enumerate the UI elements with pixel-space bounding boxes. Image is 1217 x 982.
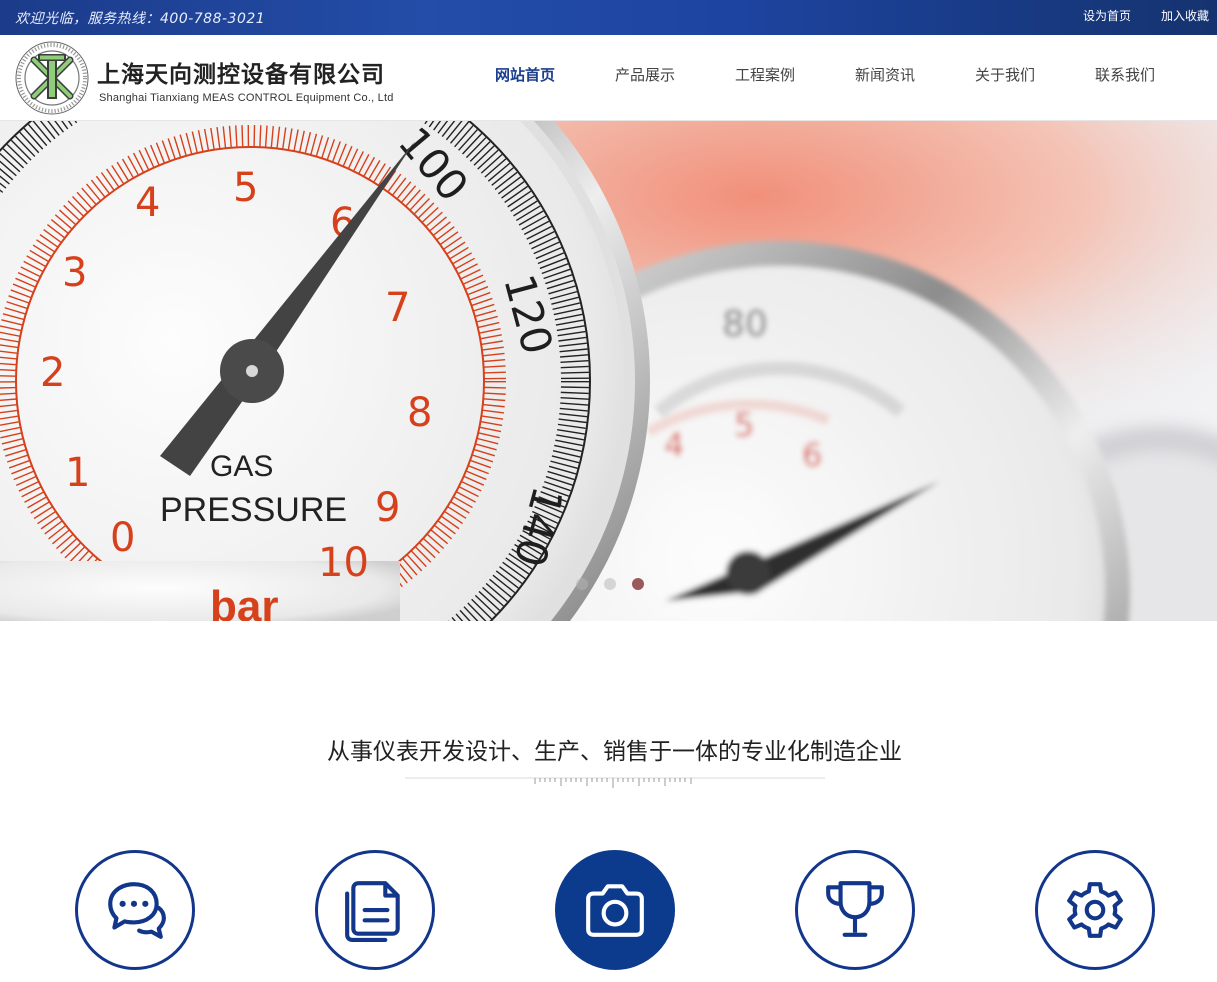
svg-text:1: 1: [65, 450, 90, 496]
top-links: 设为首页 加入收藏: [1083, 7, 1209, 24]
company-name-en: Shanghai Tianxiang MEAS CONTROL Equipmen…: [99, 92, 394, 104]
company-name-cn[interactable]: 上海天向测控设备有限公司: [97, 55, 385, 89]
svg-text:2: 2: [40, 350, 65, 396]
svg-text:6: 6: [802, 436, 822, 474]
feature-services[interactable]: [1035, 850, 1155, 970]
svg-text:4: 4: [135, 180, 160, 226]
gauge-pressure-label: PRESSURE: [160, 491, 347, 529]
add-favorite-link[interactable]: 加入收藏: [1161, 7, 1209, 24]
section-slogan: 从事仪表开发设计、生产、销售于一体的专业化制造企业: [327, 739, 902, 765]
svg-text:7: 7: [385, 285, 410, 331]
gear-icon: [1067, 882, 1123, 938]
svg-text:5: 5: [233, 165, 258, 211]
site-header: 上海天向测控设备有限公司 Shanghai Tianxiang MEAS CON…: [0, 35, 1217, 121]
feature-icons: [0, 850, 1217, 972]
svg-text:9: 9: [375, 485, 400, 531]
svg-text:5: 5: [734, 406, 754, 444]
svg-text:10: 10: [318, 540, 369, 586]
carousel-dot-2[interactable]: [604, 578, 616, 590]
hero-banner[interactable]: 80 4 5 6 0 1 2 3 4 5 6 7 8 9 10 100 120 …: [0, 121, 1217, 621]
main-nav: 网站首页 产品展示 工程案例 新闻资讯 关于我们 联系我们: [465, 64, 1185, 85]
nav-home[interactable]: 网站首页: [465, 64, 585, 85]
set-home-link[interactable]: 设为首页: [1083, 7, 1131, 24]
svg-text:0: 0: [110, 515, 135, 561]
camera-icon: [586, 884, 644, 937]
document-icon: [345, 881, 400, 942]
carousel-dot-3[interactable]: [632, 578, 644, 590]
trophy-icon: [826, 881, 884, 937]
svg-text:8: 8: [407, 390, 432, 436]
carousel-dot-1[interactable]: [576, 578, 588, 590]
nav-news[interactable]: 新闻资讯: [825, 64, 945, 85]
gauge-gas-label: GAS: [210, 450, 273, 483]
nav-products[interactable]: 产品展示: [585, 64, 705, 85]
top-bar: 欢迎光临，服务热线：400-788-3021 设为首页 加入收藏: [0, 0, 1217, 35]
feature-honors[interactable]: [795, 850, 915, 970]
gauge-banner-image: 80 4 5 6 0 1 2 3 4 5 6 7 8 9 10 100 120 …: [0, 121, 1217, 621]
welcome-hotline: 欢迎光临，服务热线：400-788-3021: [15, 11, 266, 27]
feature-documents[interactable]: [315, 850, 435, 970]
feature-gallery[interactable]: [555, 850, 675, 970]
carousel-dots: [576, 578, 644, 590]
gauge-unit-label: bar: [210, 582, 278, 621]
nav-contact[interactable]: 联系我们: [1065, 64, 1185, 85]
svg-text:3: 3: [62, 250, 87, 296]
nav-cases[interactable]: 工程案例: [705, 64, 825, 85]
company-logo-icon[interactable]: [14, 40, 90, 116]
feature-consult[interactable]: [75, 850, 195, 970]
chat-icon: [108, 882, 166, 939]
back-gauge-80: 80: [722, 304, 768, 345]
svg-text:4: 4: [664, 426, 684, 464]
nav-about[interactable]: 关于我们: [945, 64, 1065, 85]
ruler-divider-icon: [405, 777, 825, 788]
